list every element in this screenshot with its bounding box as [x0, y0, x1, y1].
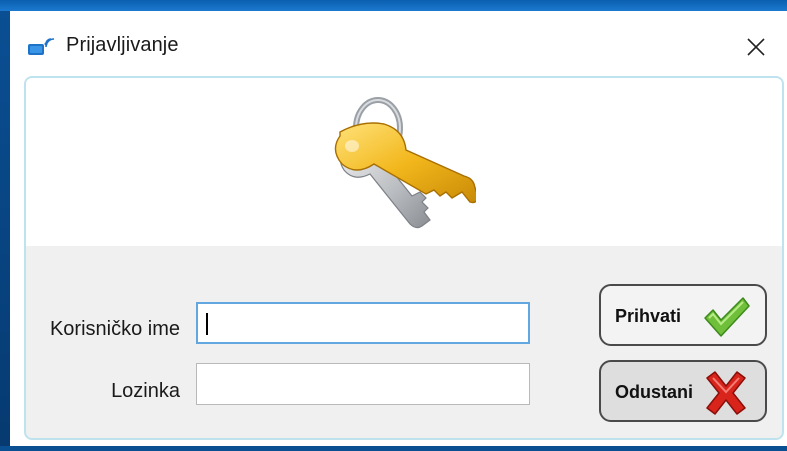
banner	[26, 78, 782, 246]
keys-icon	[334, 97, 476, 229]
text-caret	[206, 313, 208, 335]
desktop-top-strip	[0, 0, 787, 11]
checkmark-icon	[704, 297, 750, 337]
cross-icon	[706, 371, 746, 415]
network-login-icon	[28, 38, 55, 55]
title-bar[interactable]: Prijavljivanje	[10, 11, 787, 73]
login-dialog: Prijavljivanje Korisničko ime Lozinka Pr…	[10, 11, 787, 446]
cancel-button-label: Odustani	[615, 382, 694, 402]
desktop-left-strip	[0, 11, 10, 451]
username-field[interactable]	[196, 302, 530, 344]
accept-button-label: Prihvati	[615, 306, 682, 326]
close-icon[interactable]	[741, 32, 771, 62]
password-label: Lozinka	[111, 380, 180, 402]
password-field[interactable]	[196, 363, 530, 405]
login-panel: Korisničko ime Lozinka Prihvati Odustani	[24, 76, 784, 440]
window-title: Prijavljivanje	[66, 34, 179, 56]
accept-button[interactable]: Prihvati	[599, 284, 767, 346]
cancel-button[interactable]: Odustani	[599, 360, 767, 422]
username-label: Korisničko ime	[49, 318, 180, 340]
desktop-bottom-strip	[0, 446, 787, 451]
